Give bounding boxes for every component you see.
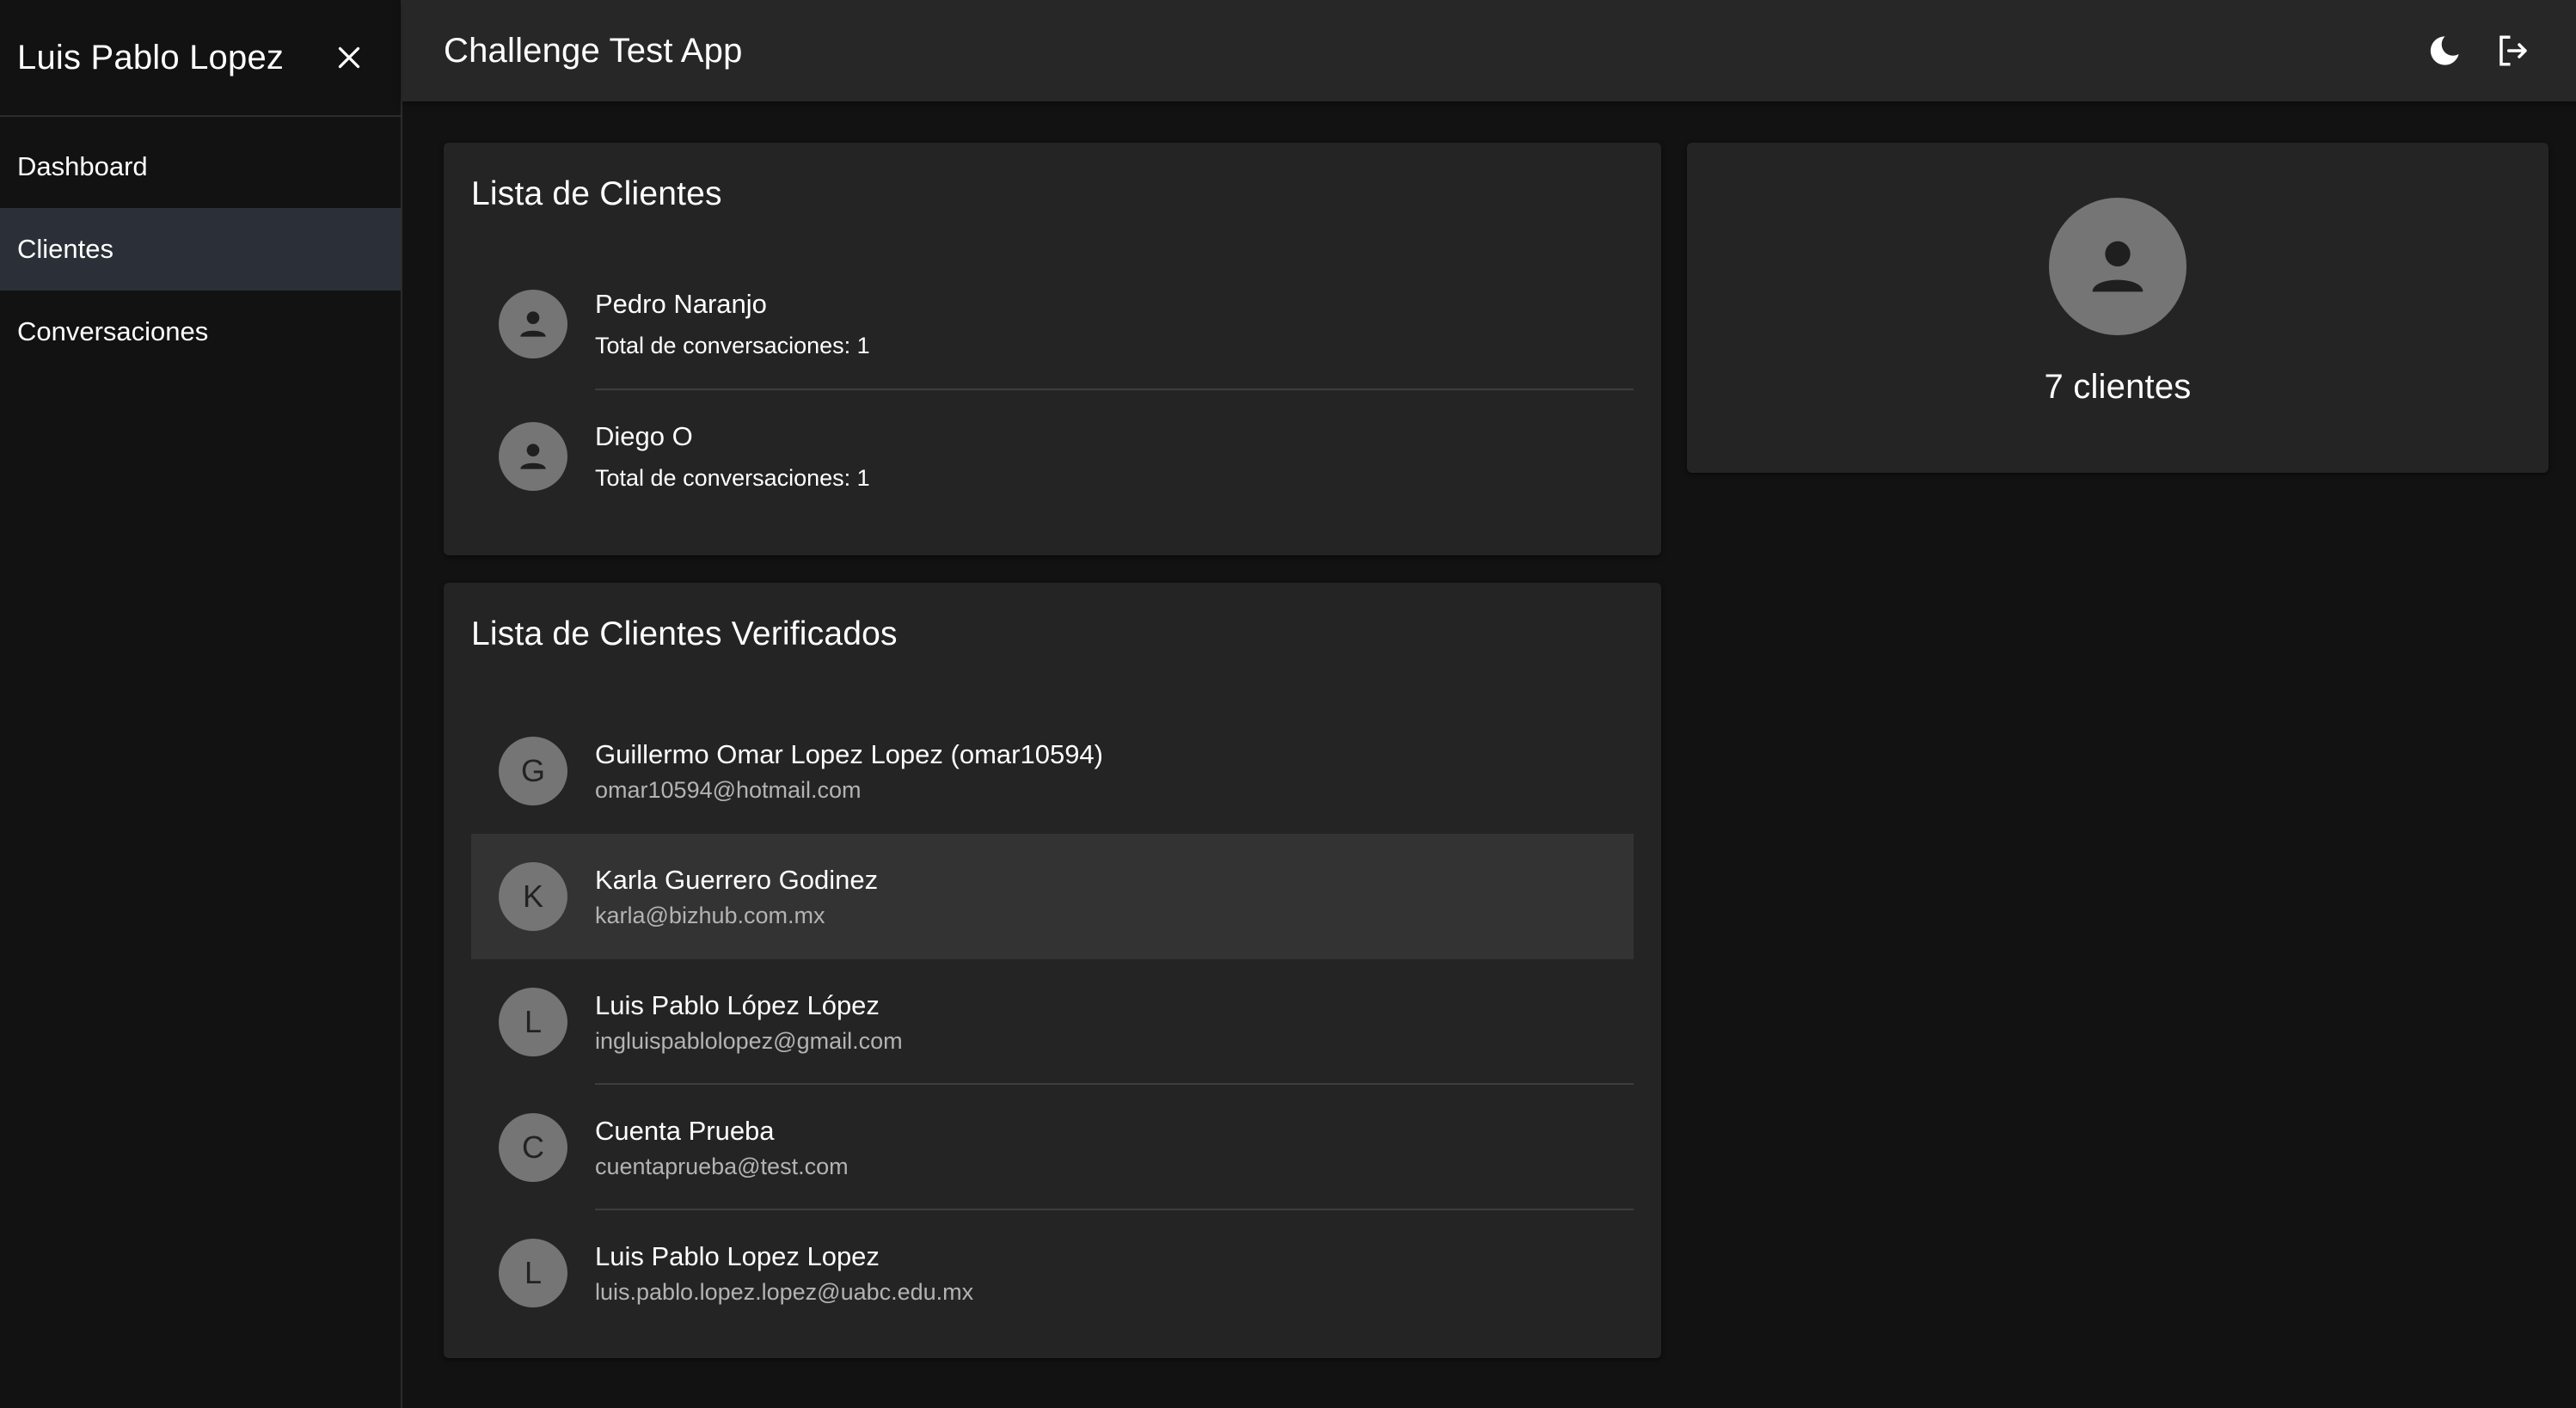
list-item-text: Luis Pablo López López ingluispablolopez… xyxy=(595,989,1616,1056)
app-bar: Challenge Test App xyxy=(402,0,2576,101)
avatar: K xyxy=(499,862,567,931)
list-item[interactable]: G Guillermo Omar Lopez Lopez (omar10594)… xyxy=(471,708,1634,834)
list-item[interactable]: L Luis Pablo Lopez Lopez luis.pablo.lope… xyxy=(471,1210,1634,1336)
avatar xyxy=(499,422,567,491)
close-sidebar-button[interactable] xyxy=(318,27,380,89)
sidebar-item-conversaciones[interactable]: Conversaciones xyxy=(0,291,401,373)
avatar: C xyxy=(499,1113,567,1182)
list-item-text: Karla Guerrero Godinez karla@bizhub.com.… xyxy=(595,863,1616,930)
clients-list: Pedro Naranjo Total de conversaciones: 1… xyxy=(471,258,1634,523)
clients-count: 7 clientes xyxy=(2044,368,2192,406)
sidebar-user-name: Luis Pablo Lopez xyxy=(17,38,285,77)
list-item-text: Guillermo Omar Lopez Lopez (omar10594) o… xyxy=(595,738,1616,805)
list-item-text: Luis Pablo Lopez Lopez luis.pablo.lopez.… xyxy=(595,1240,1616,1307)
person-icon xyxy=(520,444,546,469)
client-name: Diego O xyxy=(595,421,693,451)
sidebar-nav: Dashboard Clientes Conversaciones xyxy=(0,117,401,373)
logout-icon xyxy=(2499,35,2527,66)
client-name: Karla Guerrero Godinez xyxy=(595,865,879,895)
client-name: Luis Pablo Lopez Lopez xyxy=(595,1241,880,1271)
list-item-text: Diego O Total de conversaciones: 1 xyxy=(595,419,1616,493)
avatar xyxy=(2049,198,2187,335)
sidebar-item-label: Clientes xyxy=(17,234,113,264)
list-item[interactable]: C Cuenta Prueba cuentaprueba@test.com xyxy=(471,1085,1634,1210)
client-name: Guillermo Omar Lopez Lopez (omar10594) xyxy=(595,739,1103,769)
client-email: luis.pablo.lopez.lopez@uabc.edu.mx xyxy=(595,1279,974,1305)
client-email: cuentaprueba@test.com xyxy=(595,1154,849,1179)
avatar: G xyxy=(499,737,567,805)
client-name: Pedro Naranjo xyxy=(595,289,767,319)
card-title: Lista de Clientes Verificados xyxy=(471,615,898,652)
list-item[interactable]: Diego O Total de conversaciones: 1 xyxy=(471,390,1634,523)
clients-count-card: 7 clientes xyxy=(1687,143,2548,473)
client-email: omar10594@hotmail.com xyxy=(595,777,862,803)
verified-clients-list: G Guillermo Omar Lopez Lopez (omar10594)… xyxy=(471,708,1634,1336)
verified-clients-card: Lista de Clientes Verificados G Guillerm… xyxy=(444,583,1661,1358)
close-icon xyxy=(338,46,360,69)
client-name: Cuenta Prueba xyxy=(595,1116,775,1146)
sidebar-item-label: Conversaciones xyxy=(17,316,209,346)
card-title: Lista de Clientes xyxy=(471,175,722,212)
dark-mode-moon-icon xyxy=(2430,36,2459,65)
list-item[interactable]: K Karla Guerrero Godinez karla@bizhub.co… xyxy=(471,834,1634,959)
client-conversations: Total de conversaciones: 1 xyxy=(595,333,870,358)
person-icon xyxy=(520,311,546,337)
list-item-text: Pedro Naranjo Total de conversaciones: 1 xyxy=(595,287,1616,361)
sidebar: Luis Pablo Lopez Dashboard Clientes Conv… xyxy=(0,0,402,1408)
list-item[interactable]: L Luis Pablo López López ingluispablolop… xyxy=(471,959,1634,1085)
app-bar-actions xyxy=(2416,22,2542,79)
theme-toggle-button[interactable] xyxy=(2416,22,2473,79)
person-icon xyxy=(2092,241,2144,292)
avatar: L xyxy=(499,988,567,1056)
logout-button[interactable] xyxy=(2485,22,2542,79)
avatar xyxy=(499,290,567,358)
clients-list-card: Lista de Clientes Pedro Naranjo Total de… xyxy=(444,143,1661,555)
sidebar-item-clientes[interactable]: Clientes xyxy=(0,208,401,291)
client-email: ingluispablolopez@gmail.com xyxy=(595,1028,903,1054)
client-name: Luis Pablo López López xyxy=(595,990,880,1020)
sidebar-item-label: Dashboard xyxy=(17,151,148,181)
client-conversations: Total de conversaciones: 1 xyxy=(595,465,870,491)
sidebar-header: Luis Pablo Lopez xyxy=(0,0,401,117)
list-item[interactable]: Pedro Naranjo Total de conversaciones: 1 xyxy=(471,258,1634,390)
client-email: karla@bizhub.com.mx xyxy=(595,903,825,928)
avatar: L xyxy=(499,1239,567,1307)
sidebar-item-dashboard[interactable]: Dashboard xyxy=(0,125,401,208)
list-item-text: Cuenta Prueba cuentaprueba@test.com xyxy=(595,1114,1616,1181)
app-title: Challenge Test App xyxy=(444,31,743,70)
